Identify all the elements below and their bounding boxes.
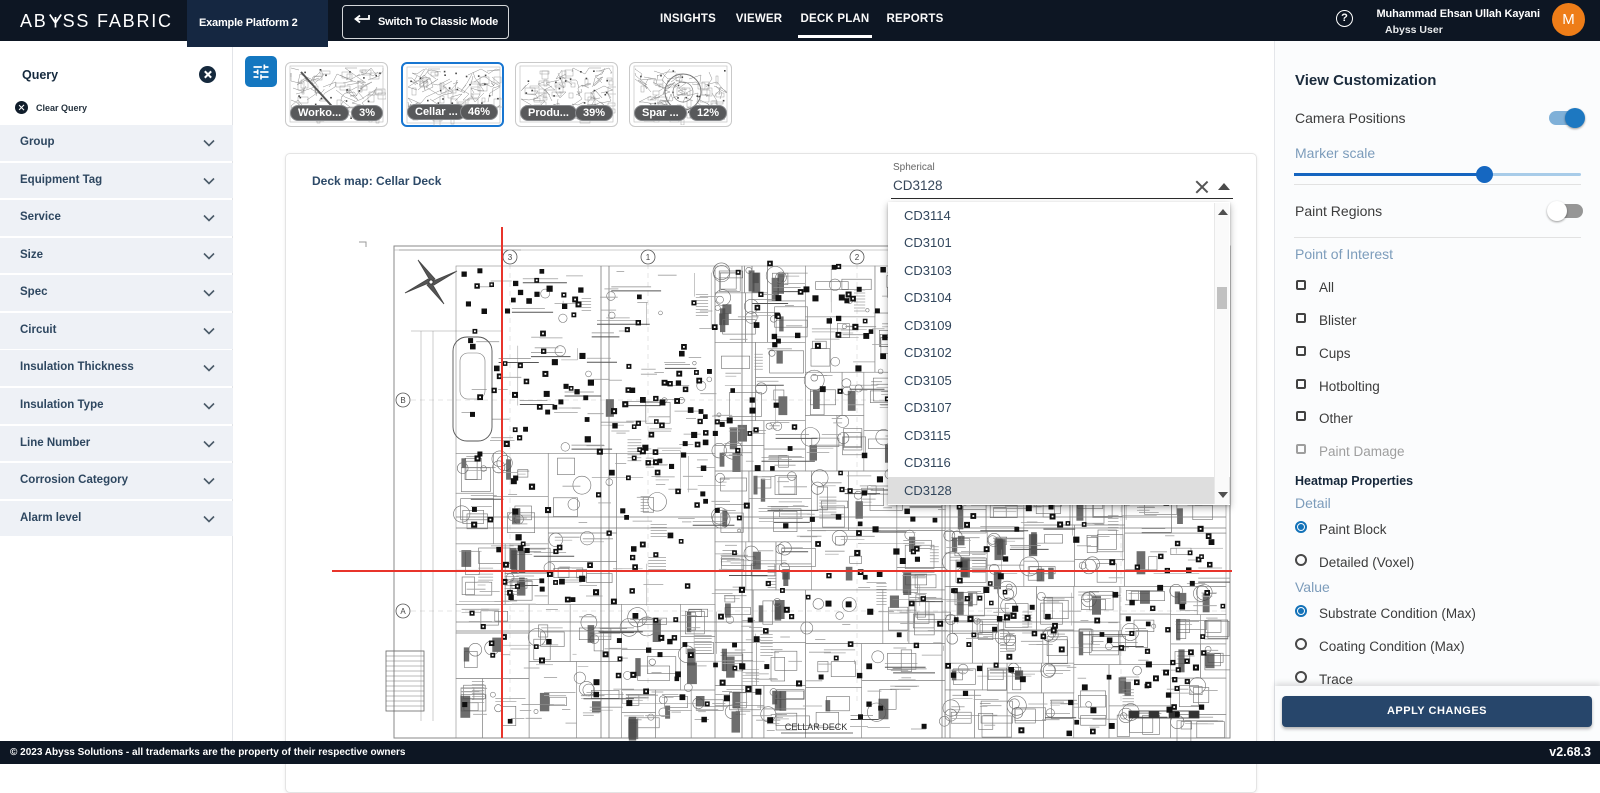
svg-text:A: A [400,607,406,616]
svg-text:3: 3 [508,253,513,262]
svg-text:CELLAR DECK: CELLAR DECK [785,722,848,732]
svg-text:1: 1 [646,253,651,262]
svg-text:B: B [400,396,405,405]
svg-text:2: 2 [855,253,860,262]
